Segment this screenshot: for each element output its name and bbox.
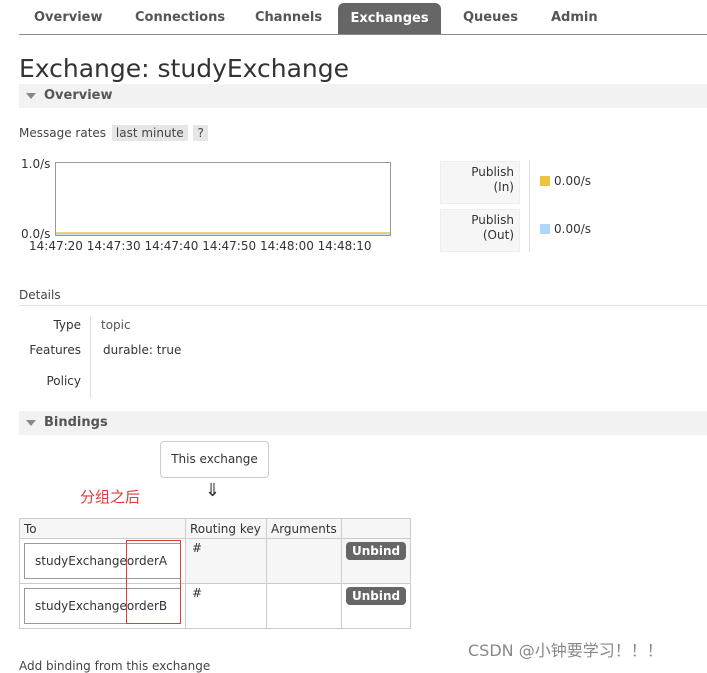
routing-key-cell: # — [185, 583, 267, 629]
details-vertical-rule — [90, 316, 91, 398]
x-tick-label: 14:47:40 — [144, 239, 199, 253]
collapse-triangle-icon — [26, 420, 36, 426]
tab-admin[interactable]: Admin — [551, 10, 598, 25]
unbind-button[interactable]: Unbind — [346, 542, 407, 560]
actions-cell: Unbind — [340, 538, 412, 584]
add-binding-title: Add binding from this exchange — [19, 659, 211, 673]
details-divider — [19, 305, 707, 306]
tab-channels[interactable]: Channels — [255, 10, 322, 25]
x-tick-label: 14:48:00 — [259, 239, 314, 253]
col-header-arguments: Arguments — [266, 518, 342, 539]
bindings-table: To Routing key Arguments studyExchangeor… — [19, 518, 412, 629]
arguments-cell — [266, 583, 342, 629]
type-label: Type — [53, 318, 81, 332]
type-value: topic — [101, 318, 131, 332]
details-title: Details — [19, 288, 61, 302]
page-title: Exchange: studyExchange — [19, 54, 350, 83]
down-arrow-icon: ⇓ — [205, 480, 221, 501]
destination-exchange: studyExchange — [35, 554, 127, 568]
y-axis-top-label: 1.0/s — [21, 157, 51, 171]
legend-label: (Out) — [482, 228, 514, 242]
legend-publish-in: Publish (In) — [440, 161, 520, 204]
message-rates-label: Message rates — [19, 126, 107, 140]
tab-exchanges[interactable]: Exchanges — [338, 3, 441, 34]
overview-section-label: Overview — [44, 88, 113, 103]
bindings-section-toggle[interactable]: Bindings — [19, 411, 707, 435]
publish-out-rate: 0.00/s — [554, 222, 592, 236]
bindings-section-label: Bindings — [44, 415, 108, 430]
legend-publish-out: Publish (Out) — [440, 209, 520, 252]
collapse-triangle-icon — [26, 93, 36, 99]
annotation-highlight-box — [126, 540, 181, 624]
col-header-actions — [340, 518, 412, 539]
feature-value: true — [156, 343, 182, 357]
policy-label: Policy — [46, 374, 81, 388]
chart-frame — [55, 162, 391, 236]
publish-in-swatch — [540, 176, 550, 186]
publish-out-swatch — [540, 224, 550, 234]
x-tick-label: 14:47:30 — [86, 239, 141, 253]
help-button[interactable]: ? — [193, 125, 208, 141]
watermark: CSDN @小钟要学习！！！ — [468, 641, 663, 660]
tab-overview[interactable]: Overview — [34, 10, 103, 25]
x-tick-label: 14:47:50 — [202, 239, 257, 253]
x-tick-label: 14:48:10 — [317, 239, 372, 253]
destination-exchange: studyExchange — [35, 599, 127, 613]
tab-connections[interactable]: Connections — [135, 10, 225, 25]
x-tick-label: 14:47:20 — [29, 239, 83, 253]
actions-cell: Unbind — [340, 583, 412, 629]
legend-label: (In) — [493, 180, 514, 194]
message-rates-row: Message rates last minute ? — [19, 125, 208, 141]
legend-label: Publish — [471, 213, 514, 227]
x-axis-ticks: 14:47:20 14:47:30 14:47:40 14:47:50 14:4… — [29, 239, 372, 253]
legend-divider — [529, 160, 530, 252]
features-value: durable: true — [103, 343, 181, 357]
tab-queues[interactable]: Queues — [463, 10, 518, 25]
overview-section-toggle[interactable]: Overview — [19, 84, 707, 108]
this-exchange-box: This exchange — [160, 441, 269, 478]
feature-key: durable: — [103, 343, 153, 357]
table-row: studyExchangeorderB # Unbind — [19, 583, 412, 629]
table-header-row: To Routing key Arguments — [19, 518, 412, 539]
rate-range-selector[interactable]: last minute — [111, 125, 188, 141]
handwritten-annotation: 分组之后 — [80, 488, 141, 506]
table-row: studyExchangeorderA # Unbind — [19, 538, 412, 584]
features-label: Features — [29, 343, 81, 357]
legend-label: Publish — [471, 165, 514, 179]
arguments-cell — [266, 538, 342, 584]
col-header-to: To — [19, 518, 186, 539]
message-rates-chart — [55, 162, 391, 236]
col-header-routing-key: Routing key — [185, 518, 267, 539]
publish-in-rate: 0.00/s — [554, 174, 592, 188]
routing-key-cell: # — [185, 538, 267, 584]
main-nav: Overview Connections Channels Exchanges … — [19, 0, 707, 35]
unbind-button[interactable]: Unbind — [346, 587, 407, 605]
